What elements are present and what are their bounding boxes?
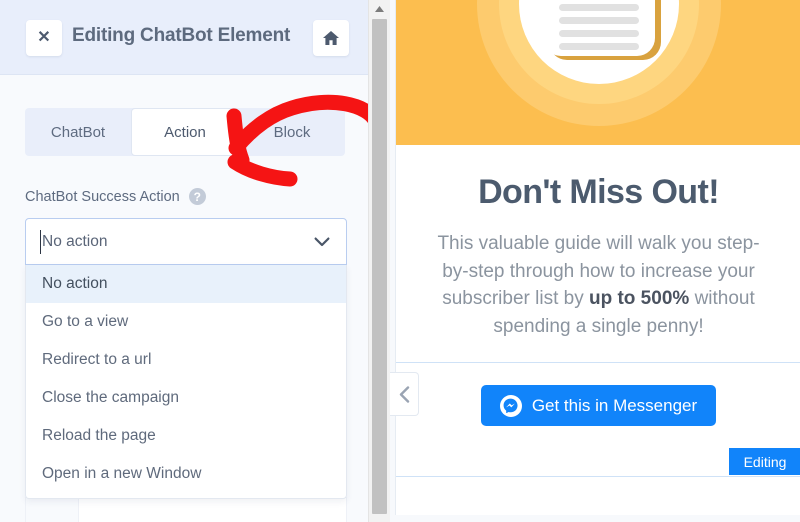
help-icon[interactable]: ? xyxy=(188,188,206,205)
campaign-headline: Don't Miss Out! xyxy=(478,173,719,211)
obscured-field-cell-right xyxy=(79,498,346,522)
obscured-field-row xyxy=(25,497,347,522)
success-action-label-row: ChatBot Success Action ? xyxy=(25,188,206,205)
success-action-label: ChatBot Success Action xyxy=(25,188,180,205)
close-icon: ✕ xyxy=(37,29,51,46)
editor-header: ✕ Editing ChatBot Element xyxy=(0,0,368,75)
document-line xyxy=(558,4,639,11)
campaign-builder-screen: ✕ Editing ChatBot Element ChatBot Action… xyxy=(0,0,800,522)
dropdown-option-label: Redirect to a url xyxy=(42,351,152,368)
dropdown-option-redirect-to-a-url[interactable]: Redirect to a url xyxy=(26,341,346,379)
dropdown-option-close-the-campaign[interactable]: Close the campaign xyxy=(26,379,346,417)
success-action-select[interactable]: No action xyxy=(25,218,347,265)
document-line xyxy=(558,43,639,50)
tab-block[interactable]: Block xyxy=(239,108,345,156)
dropdown-option-go-to-a-view[interactable]: Go to a view xyxy=(26,303,346,341)
scroll-up-arrow-icon[interactable] xyxy=(369,0,390,17)
tab-action-label: Action xyxy=(164,123,206,141)
dropdown-option-reload-the-page[interactable]: Reload the page xyxy=(26,417,346,455)
tab-chatbot-label: ChatBot xyxy=(50,123,106,141)
get-this-in-messenger-button[interactable]: Get this in Messenger xyxy=(480,385,717,427)
editor-panel: ✕ Editing ChatBot Element ChatBot Action… xyxy=(0,0,368,522)
text-cursor xyxy=(40,230,41,254)
success-action-dropdown: No action Go to a view Redirect to a url… xyxy=(25,265,347,499)
close-button[interactable]: ✕ xyxy=(26,20,62,56)
dropdown-option-label: Reload the page xyxy=(42,427,156,444)
document-line xyxy=(558,17,639,24)
home-icon xyxy=(323,31,339,45)
campaign-card: Don't Miss Out! This valuable guide will… xyxy=(395,0,800,516)
chevron-down-icon[interactable] xyxy=(314,237,330,247)
document-icon xyxy=(542,0,655,56)
dropdown-option-label: Close the campaign xyxy=(42,389,179,406)
tab-block-label: Block xyxy=(273,123,311,141)
messenger-icon xyxy=(499,394,522,417)
campaign-cta-area: Get this in Messenger xyxy=(396,362,800,448)
chevron-left-icon xyxy=(399,385,409,403)
page-title: Editing ChatBot Element xyxy=(72,25,291,46)
status-badge-label: Editing xyxy=(743,453,787,470)
obscured-field-cell-left xyxy=(26,498,79,522)
dropdown-option-label: Open in a new Window xyxy=(42,465,202,482)
campaign-card-body: Don't Miss Out! This valuable guide will… xyxy=(396,145,800,340)
preview-collapse-handle[interactable] xyxy=(390,372,419,416)
dropdown-option-label: Go to a view xyxy=(42,313,129,330)
scrollbar-thumb[interactable] xyxy=(372,19,387,514)
dropdown-option-no-action[interactable]: No action xyxy=(26,265,346,303)
campaign-hero-image xyxy=(396,0,800,145)
campaign-preview-panel: Don't Miss Out! This valuable guide will… xyxy=(390,0,800,522)
editor-tabs: ChatBot Action Block xyxy=(25,108,345,156)
document-line xyxy=(558,30,639,37)
campaign-card-bottom-strip xyxy=(396,476,800,516)
success-action-selected-value: No action xyxy=(42,232,108,250)
dropdown-option-open-in-a-new-window[interactable]: Open in a new Window xyxy=(26,455,346,493)
tab-chatbot[interactable]: ChatBot xyxy=(25,108,131,156)
campaign-body-highlight: up to 500% xyxy=(588,288,690,310)
status-badge[interactable]: Editing xyxy=(729,448,800,476)
messenger-button-label: Get this in Messenger xyxy=(531,395,698,415)
home-button[interactable] xyxy=(313,20,349,56)
tab-action[interactable]: Action xyxy=(131,108,239,156)
dropdown-option-label: No action xyxy=(42,275,108,292)
editor-scrollbar[interactable] xyxy=(368,0,390,522)
campaign-body-text: This valuable guide will walk you step-b… xyxy=(426,230,771,340)
campaign-card-footer: Editing xyxy=(396,448,800,476)
